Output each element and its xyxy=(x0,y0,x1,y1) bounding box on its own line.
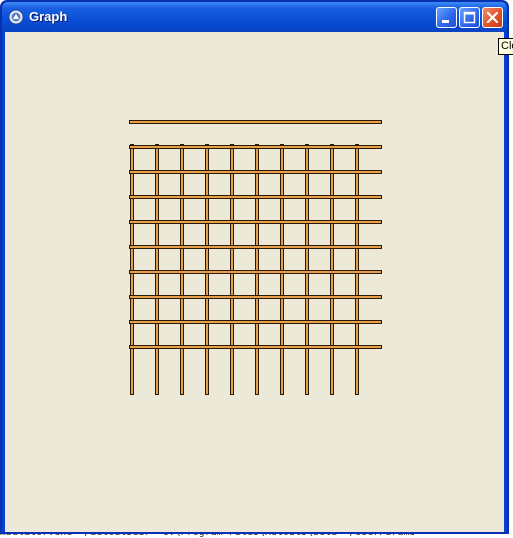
vertical-bar xyxy=(130,144,134,395)
vertical-bar xyxy=(305,144,309,395)
vertical-bar xyxy=(255,144,259,395)
maximize-icon xyxy=(463,11,476,24)
vertical-bar xyxy=(155,144,159,395)
title-bar[interactable]: Graph xyxy=(2,2,507,32)
horizontal-bar xyxy=(129,345,382,349)
minimize-button[interactable] xyxy=(436,7,457,28)
horizontal-bar xyxy=(129,145,382,149)
horizontal-bar xyxy=(129,295,382,299)
horizontal-bar xyxy=(129,270,382,274)
horizontal-bar xyxy=(129,320,382,324)
close-tooltip: Close xyxy=(498,38,513,55)
close-button[interactable] xyxy=(482,7,503,28)
vertical-bar xyxy=(230,144,234,395)
top-bar xyxy=(129,120,382,124)
vertical-bar xyxy=(355,144,359,395)
horizontal-bar xyxy=(129,220,382,224)
vertical-bar xyxy=(280,144,284,395)
close-icon xyxy=(486,11,499,24)
vertical-bar xyxy=(180,144,184,395)
horizontal-bar xyxy=(129,170,382,174)
vertical-bar xyxy=(330,144,334,395)
horizontal-bar xyxy=(129,245,382,249)
app-icon[interactable] xyxy=(8,9,24,25)
horizontal-bar xyxy=(129,195,382,199)
vertical-bar xyxy=(205,144,209,395)
graph-canvas xyxy=(129,120,382,395)
window-title: Graph xyxy=(29,9,68,24)
maximize-button[interactable] xyxy=(459,7,480,28)
minimize-icon xyxy=(442,20,449,23)
window-client-area xyxy=(5,32,504,532)
graph-window: Graph xyxy=(0,0,509,534)
